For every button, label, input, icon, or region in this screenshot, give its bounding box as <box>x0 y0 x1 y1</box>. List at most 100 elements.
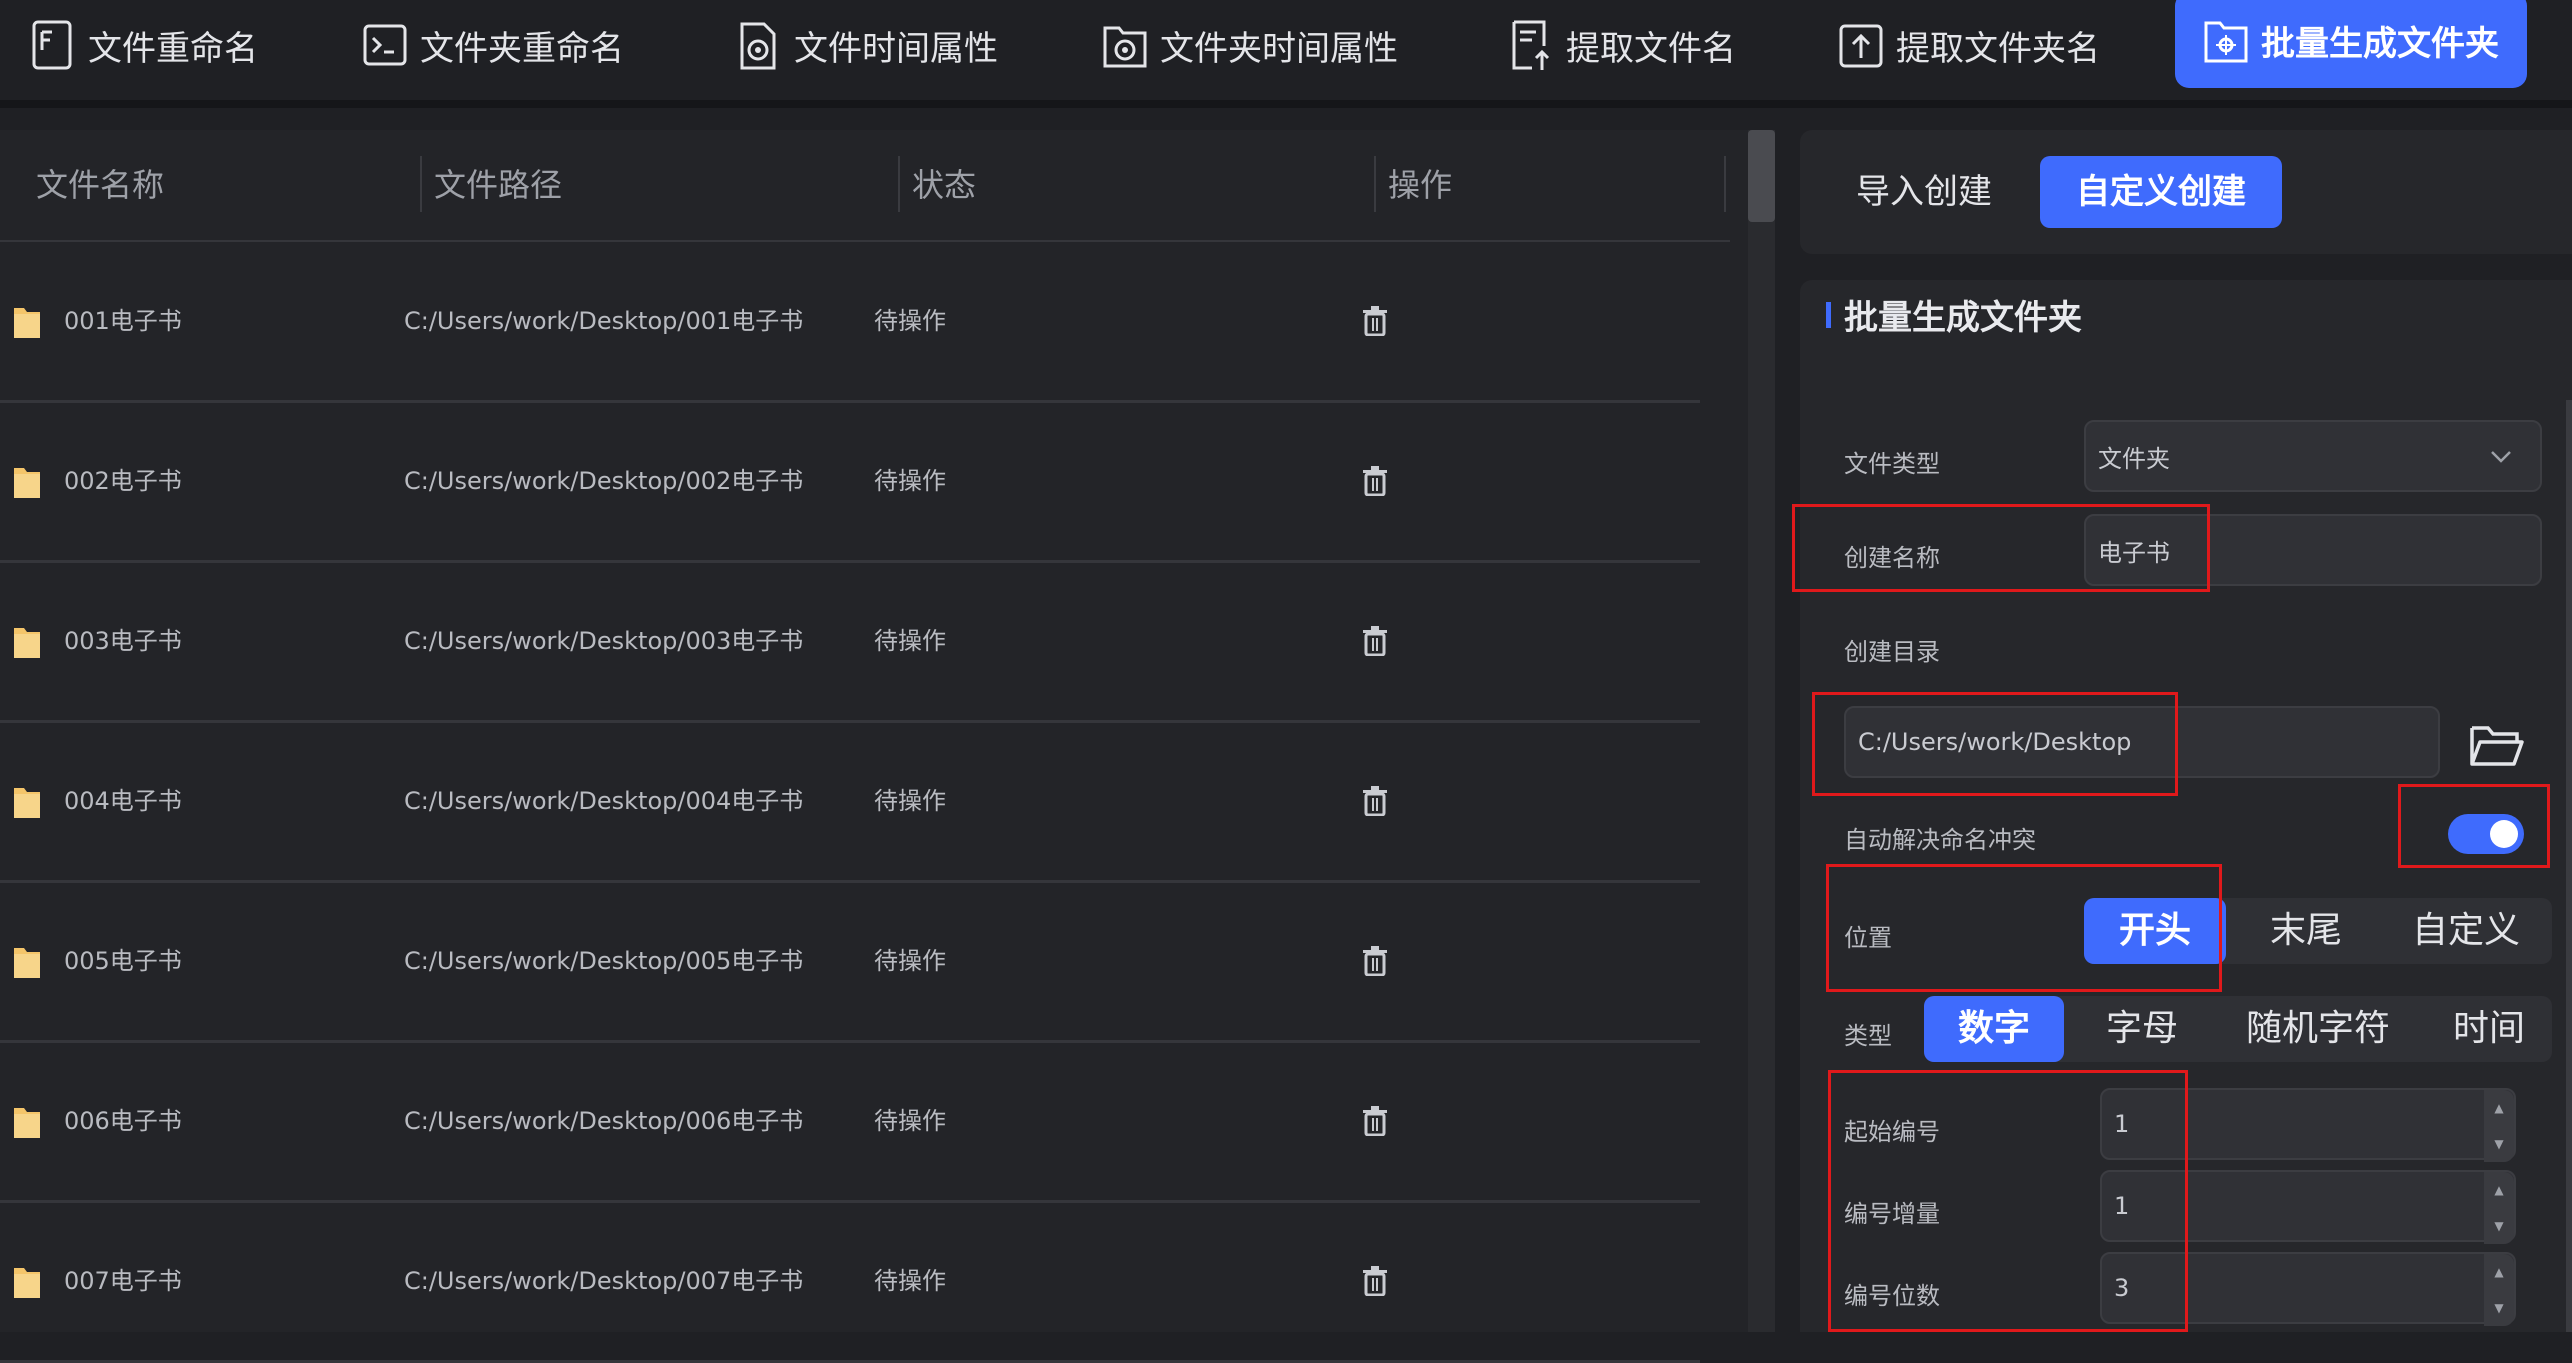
delete-icon[interactable] <box>1362 946 1388 976</box>
section-title: 批量生成文件夹 <box>1844 298 2082 338</box>
increment-button[interactable]: ▲ <box>2484 1172 2514 1208</box>
row-status: 待操作 <box>874 1107 946 1135</box>
position-option-end[interactable]: 末尾 <box>2236 898 2376 964</box>
start-number-stepper[interactable]: 1 ▲ ▼ <box>2100 1088 2516 1162</box>
row-path: C:/Users/work/Desktop/001电子书 <box>404 307 804 335</box>
type-option-number[interactable]: 数字 <box>1924 996 2064 1062</box>
tab-extract-foldername[interactable]: 提取文件夹名 <box>1838 0 2100 90</box>
column-header-status[interactable]: 状态 <box>912 130 976 240</box>
delete-icon[interactable] <box>1362 466 1388 496</box>
column-divider[interactable] <box>420 156 422 212</box>
table-row[interactable]: 006电子书 C:/Users/work/Desktop/006电子书 待操作 <box>0 1042 1700 1203</box>
column-divider[interactable] <box>898 156 900 212</box>
table-scrollbar-thumb[interactable] <box>1748 130 1775 222</box>
table-row[interactable]: 007电子书 C:/Users/work/Desktop/007电子书 待操作 <box>0 1202 1700 1363</box>
table-row[interactable]: 004电子书 C:/Users/work/Desktop/004电子书 待操作 <box>0 722 1700 883</box>
folder-open-icon[interactable] <box>2468 720 2526 770</box>
tab-label: 文件时间属性 <box>794 28 998 69</box>
increment-stepper[interactable]: 1 ▲ ▼ <box>2100 1170 2516 1244</box>
start-number-label: 起始编号 <box>1844 1118 1940 1146</box>
file-table: 文件名称 文件路径 状态 操作 001电子书 C:/Users/work/Des… <box>0 130 1775 1363</box>
tab-extract-filename[interactable]: 提取文件名 <box>1508 0 1736 90</box>
decrement-button[interactable]: ▼ <box>2484 1290 2514 1326</box>
table-scrollbar[interactable] <box>1748 130 1775 1332</box>
row-status: 待操作 <box>874 947 946 975</box>
row-name: 004电子书 <box>64 787 182 815</box>
row-name: 003电子书 <box>64 627 182 655</box>
position-label: 位置 <box>1844 924 1892 952</box>
create-dir-input[interactable]: C:/Users/work/Desktop <box>1844 706 2440 778</box>
panel-scrollbar[interactable] <box>2566 400 2572 1332</box>
position-option-custom[interactable]: 自定义 <box>2386 898 2546 964</box>
type-segmented: 数字 字母 随机字符 时间 <box>1924 996 2552 1062</box>
tab-file-time[interactable]: 文件时间属性 <box>736 0 998 90</box>
digits-label: 编号位数 <box>1844 1282 1940 1310</box>
file-time-icon <box>736 18 782 72</box>
column-header-path[interactable]: 文件路径 <box>434 130 562 240</box>
row-name: 005电子书 <box>64 947 182 975</box>
folder-icon <box>14 1108 40 1138</box>
column-header-name[interactable]: 文件名称 <box>36 130 164 240</box>
folder-icon <box>14 948 40 978</box>
position-option-start[interactable]: 开头 <box>2084 898 2226 964</box>
delete-icon[interactable] <box>1362 786 1388 816</box>
row-path: C:/Users/work/Desktop/007电子书 <box>404 1267 804 1295</box>
tab-folder-rename[interactable]: 文件夹重命名 <box>362 0 624 90</box>
stepper-buttons: ▲ ▼ <box>2484 1254 2514 1326</box>
table-row[interactable]: 003电子书 C:/Users/work/Desktop/003电子书 待操作 <box>0 562 1700 723</box>
delete-icon[interactable] <box>1362 1106 1388 1136</box>
stepper-buttons: ▲ ▼ <box>2484 1090 2514 1162</box>
tab-import-create[interactable]: 导入创建 <box>1820 156 2028 228</box>
tab-custom-create[interactable]: 自定义创建 <box>2040 156 2282 228</box>
create-dir-value: C:/Users/work/Desktop <box>1858 728 2132 756</box>
create-name-value: 电子书 <box>2098 538 2170 567</box>
delete-icon[interactable] <box>1362 306 1388 336</box>
row-path: C:/Users/work/Desktop/006电子书 <box>404 1107 804 1135</box>
column-divider[interactable] <box>1374 156 1376 212</box>
create-mode-tabs: 导入创建 自定义创建 <box>1800 130 2572 254</box>
file-rename-icon <box>30 18 76 72</box>
table-row[interactable]: 002电子书 C:/Users/work/Desktop/002电子书 待操作 <box>0 402 1700 563</box>
delete-icon[interactable] <box>1362 1266 1388 1296</box>
auto-resolve-label: 自动解决命名冲突 <box>1844 826 2036 854</box>
delete-icon[interactable] <box>1362 626 1388 656</box>
column-header-action[interactable]: 操作 <box>1388 130 1452 240</box>
increment-button[interactable]: ▲ <box>2484 1090 2514 1126</box>
decrement-button[interactable]: ▼ <box>2484 1208 2514 1244</box>
row-path: C:/Users/work/Desktop/004电子书 <box>404 787 804 815</box>
type-option-random[interactable]: 随机字符 <box>2220 996 2416 1062</box>
folder-rename-icon <box>362 18 408 72</box>
toolbar-divider <box>0 100 2572 108</box>
create-name-input[interactable]: 电子书 <box>2084 514 2542 586</box>
decrement-button[interactable]: ▼ <box>2484 1126 2514 1162</box>
table-row[interactable]: 005电子书 C:/Users/work/Desktop/005电子书 待操作 <box>0 882 1700 1043</box>
tab-label: 批量生成文件夹 <box>2261 23 2499 64</box>
create-name-label: 创建名称 <box>1844 544 1940 572</box>
table-header: 文件名称 文件路径 状态 操作 <box>0 130 1730 242</box>
extract-filename-icon <box>1508 18 1554 72</box>
tab-label: 文件夹重命名 <box>420 28 624 69</box>
row-name: 007电子书 <box>64 1267 182 1295</box>
auto-resolve-toggle[interactable] <box>2448 814 2524 854</box>
row-status: 待操作 <box>874 627 946 655</box>
row-name: 002电子书 <box>64 467 182 495</box>
increment-button[interactable]: ▲ <box>2484 1254 2514 1290</box>
tab-file-rename[interactable]: 文件重命名 <box>30 0 258 90</box>
file-type-value: 文件夹 <box>2098 444 2170 473</box>
digits-stepper[interactable]: 3 ▲ ▼ <box>2100 1252 2516 1326</box>
digits-value: 3 <box>2114 1274 2130 1302</box>
batch-create-folder-icon <box>2203 13 2249 67</box>
type-option-time[interactable]: 时间 <box>2426 996 2552 1062</box>
column-divider[interactable] <box>1724 156 1726 212</box>
type-option-letter[interactable]: 字母 <box>2074 996 2210 1062</box>
folder-icon <box>14 1268 40 1298</box>
table-row[interactable]: 001电子书 C:/Users/work/Desktop/001电子书 待操作 <box>0 242 1700 403</box>
tab-batch-create-folder[interactable]: 批量生成文件夹 <box>2175 0 2527 88</box>
row-status: 待操作 <box>874 307 946 335</box>
settings-panel: 批量生成文件夹 文件类型 文件夹 创建名称 电子书 创建目录 C:/Users/… <box>1800 280 2572 1332</box>
folder-icon <box>14 468 40 498</box>
tab-folder-time[interactable]: 文件夹时间属性 <box>1102 0 1398 90</box>
row-status: 待操作 <box>874 787 946 815</box>
row-status: 待操作 <box>874 1267 946 1295</box>
file-type-select[interactable]: 文件夹 <box>2084 420 2542 492</box>
